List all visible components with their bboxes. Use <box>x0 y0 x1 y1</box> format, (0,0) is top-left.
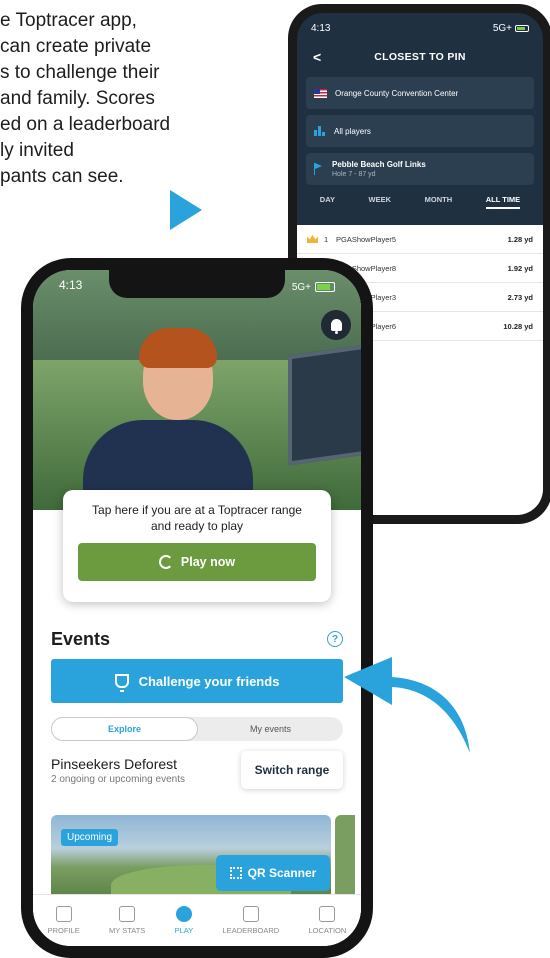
caption-line: pants can see. <box>0 166 124 187</box>
venue-selector[interactable]: Orange County Convention Center <box>306 77 534 109</box>
caption-line: s to challenge their <box>0 62 160 83</box>
venue-name: Pinseekers Deforest <box>51 755 178 772</box>
status-bar: 4:13 5G+ <box>33 278 361 296</box>
tab-location[interactable]: LOCATION <box>308 906 347 935</box>
notifications-button[interactable] <box>321 310 351 340</box>
leaderboard-row[interactable]: 1 PGAShowPlayer5 1.28 yd <box>297 225 543 254</box>
trophy-icon <box>114 674 129 692</box>
course-selector[interactable]: Pebble Beach Golf Links Hole 7 - 87 yd <box>306 153 534 185</box>
nav-bar: < CLOSEST TO PIN <box>297 43 543 71</box>
pin-flag-icon <box>314 163 324 175</box>
caption-line: ed on a leaderboard <box>0 114 171 135</box>
play-screen: 4:13 5G+ Tap here if you are at a Toptra… <box>33 270 361 946</box>
events-section: Events ? Challenge your friends Explore … <box>33 615 361 946</box>
distance: 1.28 yd <box>507 234 533 244</box>
play-phone: 4:13 5G+ Tap here if you are at a Toptra… <box>21 258 373 958</box>
pointer-arrow-icon <box>170 190 202 230</box>
tab-leaderboard[interactable]: LEADERBOARD <box>222 906 280 935</box>
switch-range-button[interactable]: Switch range <box>241 751 343 789</box>
signal-label: 5G+ <box>492 22 512 34</box>
trophy-icon <box>242 906 259 922</box>
players-filter[interactable]: All players <box>306 115 534 147</box>
profile-icon <box>55 906 72 922</box>
qr-label: QR Scanner <box>247 866 317 880</box>
tab-explore[interactable]: Explore <box>51 717 198 741</box>
events-title: Events <box>51 628 111 649</box>
tab-label: MY STATS <box>109 926 146 935</box>
promo-page: e Toptracer app, can create private s to… <box>0 0 550 958</box>
status-time: 4:13 <box>59 278 83 292</box>
players-label: All players <box>334 126 371 136</box>
tab-label: PLAY <box>174 926 194 935</box>
challenge-label: Challenge your friends <box>138 673 280 689</box>
tab-my-events[interactable]: My events <box>198 717 343 741</box>
battery-icon <box>315 282 335 292</box>
stats-icon <box>119 906 136 922</box>
tab-week[interactable]: WEEK <box>369 195 392 209</box>
signal-label: 5G+ <box>291 281 311 293</box>
hole-info: Hole 7 - 87 yd <box>332 171 376 178</box>
us-flag-icon <box>314 88 327 98</box>
tab-day[interactable]: DAY <box>320 195 335 209</box>
player-name: PGAShowPlayer5 <box>336 234 397 244</box>
tab-play[interactable]: PLAY <box>174 906 194 935</box>
caption-line: ly invited <box>0 140 74 161</box>
promo-caption: e Toptracer app, can create private s to… <box>0 8 250 190</box>
location-pin-icon <box>319 906 336 922</box>
challenge-friends-button[interactable]: Challenge your friends <box>51 659 343 703</box>
course-name: Pebble Beach Golf Links <box>332 160 426 169</box>
caption-line: and family. Scores <box>0 88 155 109</box>
bell-icon <box>330 319 342 334</box>
hero-person-hair <box>139 328 217 368</box>
play-card[interactable]: Tap here if you are at a Toptracer range… <box>63 490 331 602</box>
upcoming-badge: Upcoming <box>61 829 119 846</box>
status-bar: 4:13 5G+ <box>297 13 543 43</box>
tab-profile[interactable]: PROFILE <box>48 906 80 935</box>
tab-month[interactable]: MONTH <box>425 195 453 209</box>
qr-code-icon <box>229 867 242 879</box>
bottom-tab-bar: PROFILE MY STATS PLAY LEADERBOARD LOCATI… <box>33 894 361 946</box>
crown-icon <box>307 235 318 243</box>
play-icon <box>175 906 192 922</box>
hero-screen <box>288 344 361 466</box>
player-name: PGAShowPlayer8 <box>336 263 397 273</box>
qr-scanner-button[interactable]: QR Scanner <box>216 855 330 891</box>
events-segment-control: Explore My events <box>51 717 343 741</box>
venue-label: Orange County Convention Center <box>335 88 459 98</box>
players-icon <box>314 126 326 136</box>
battery-icon <box>515 24 529 32</box>
distance: 1.92 yd <box>507 263 533 273</box>
venue-event-count: 2 ongoing or upcoming events <box>51 773 185 785</box>
status-battery: 5G+ <box>493 23 529 34</box>
loading-icon <box>158 555 173 569</box>
distance: 10.28 yd <box>503 321 533 331</box>
hero-image <box>33 270 361 510</box>
tab-label: LOCATION <box>308 926 347 935</box>
status-time: 4:13 <box>311 22 331 34</box>
tab-my-stats[interactable]: MY STATS <box>109 906 145 935</box>
play-now-button[interactable]: Play now <box>78 543 316 581</box>
venue-row: Pinseekers Deforest 2 ongoing or upcomin… <box>33 741 361 789</box>
page-title: CLOSEST TO PIN <box>374 51 466 63</box>
curved-arrow-icon <box>344 657 470 753</box>
play-prompt: Tap here if you are at a Toptracer range… <box>92 503 302 533</box>
caption-line: e Toptracer app, <box>0 10 137 31</box>
tab-label: LEADERBOARD <box>222 926 280 935</box>
distance: 2.73 yd <box>507 292 533 302</box>
tab-label: PROFILE <box>47 926 80 935</box>
events-header: Events ? <box>33 615 361 651</box>
tab-all-time[interactable]: ALL TIME <box>485 195 521 209</box>
back-chevron-icon[interactable]: < <box>313 49 321 65</box>
rank: 1 <box>324 234 329 244</box>
status-battery: 5G+ <box>292 278 335 296</box>
play-now-label: Play now <box>180 555 236 569</box>
caption-line: can create private <box>0 36 152 57</box>
period-tabs: DAY WEEK MONTH ALL TIME <box>297 191 543 209</box>
